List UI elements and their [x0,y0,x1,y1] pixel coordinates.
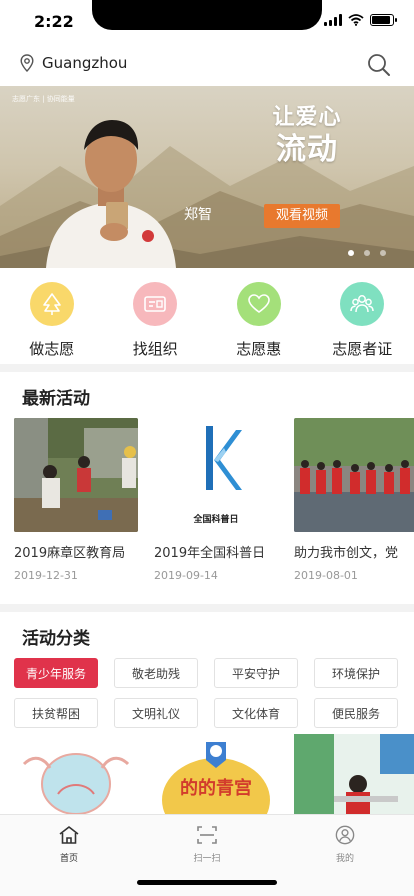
activity-card[interactable]: 全国科普日 2019年全国科普日 2019-09-14 [154,418,278,588]
activity-title: 助力我市创文，党 [294,546,399,561]
activity-date: 2019-12-31 [14,569,78,582]
search-button[interactable] [366,52,392,78]
quick-label: 志愿者证 [332,340,393,358]
quick-menu: 做志愿 找组织 志愿惠 志愿者证 [0,268,414,364]
banner-dot[interactable] [348,250,354,256]
status-bar: 2:22 [0,0,414,44]
banner-person-name: 郑智 [184,207,212,223]
status-icons [324,14,397,26]
activity-card[interactable]: 2019麻章区教育局 2019-12-31 [14,418,138,588]
activity-image [14,418,138,532]
top-bar: Guangzhou [0,44,414,86]
tab-label: 扫一扫 [193,854,221,864]
home-indicator [137,880,277,885]
activity-categories-title: 活动分类 [22,629,90,649]
tree-icon [42,293,61,315]
category-activity-image [14,734,138,814]
activity-date: 2019-09-14 [154,569,218,582]
volunteer-portrait-image [46,120,176,268]
banner-slogan: 让爱心 流动 [272,104,342,168]
category-activity-card[interactable] [14,734,138,814]
activity-image-caption: 全国科普日 [193,515,239,525]
quick-label: 找组织 [132,340,178,358]
quick-item-certificate[interactable]: 志愿者证 [322,268,402,364]
tab-label: 我的 [335,854,354,864]
quick-icon-bg [340,282,385,326]
banner-dot[interactable] [364,250,370,256]
status-time: 2:22 [34,12,74,31]
category-civility[interactable]: 文明礼仪 [114,698,198,728]
category-activity-image-caption: 的的青宫 [180,778,252,799]
category-filter-grid: 青少年服务 敬老助残 平安守护 环境保护 扶贫帮困 文明礼仪 文化体育 便民服务 [14,658,400,728]
category-elderly-disabled[interactable]: 敬老助残 [114,658,198,688]
people-group-icon [350,295,374,313]
battery-icon [370,14,397,26]
banner-pagination[interactable] [348,250,386,256]
banner-source-text: 志愿广东 | 协同能量 [12,95,75,103]
category-youth-service[interactable]: 青少年服务 [14,658,98,688]
section-divider [0,604,414,612]
quick-icon-bg [133,282,178,326]
location-city: Guangzhou [42,54,128,72]
device-notch [92,0,322,30]
activity-image: 全国科普日 [154,418,278,532]
banner-slogan-line1: 让爱心 [272,105,342,130]
activity-title: 2019年全国科普日 [154,546,266,561]
scan-icon [197,826,217,844]
tab-profile[interactable]: 我的 [276,815,414,896]
latest-activities-list[interactable]: 2019麻章区教育局 2019-12-31 全国科普日 2019年全国科普日 2… [14,418,414,588]
search-icon [368,54,390,76]
category-activity-image [294,734,414,814]
banner-slogan-line2: 流动 [276,132,338,167]
latest-activities-title: 最新活动 [22,389,90,409]
activity-image [294,418,414,532]
id-card-icon [144,296,167,312]
category-culture-sports[interactable]: 文化体育 [214,698,298,728]
category-environment[interactable]: 环境保护 [314,658,398,688]
tab-home[interactable]: 首页 [0,815,138,896]
heart-icon [247,294,270,313]
location-pin-icon [20,54,34,72]
wifi-icon [348,14,364,26]
quick-item-benefits[interactable]: 志愿惠 [219,268,299,364]
category-poverty-relief[interactable]: 扶贫帮困 [14,698,98,728]
activity-title: 2019麻章区教育局 [14,546,126,561]
home-icon [59,826,79,844]
category-activity-list[interactable]: 的的青宫 [14,734,414,814]
banner-dot[interactable] [380,250,386,256]
quick-item-volunteer[interactable]: 做志愿 [12,268,92,364]
section-divider [0,364,414,372]
quick-icon-bg [236,282,281,326]
promo-banner[interactable]: 志愿广东 | 协同能量 让爱心 流动 郑智 观看视频 [0,86,414,268]
battery-level [372,16,390,24]
quick-label: 做志愿 [29,340,75,358]
cellular-signal-icon [324,14,342,26]
quick-label: 志愿惠 [236,340,282,358]
user-icon [335,825,355,845]
category-safety[interactable]: 平安守护 [214,658,298,688]
watch-video-button[interactable]: 观看视频 [264,204,340,228]
category-activity-card[interactable] [294,734,414,814]
category-activity-card[interactable]: 的的青宫 [154,734,278,814]
location-selector[interactable]: Guangzhou [20,54,127,72]
tab-label: 首页 [59,854,78,864]
activity-date: 2019-08-01 [294,569,358,582]
quick-icon-bg [29,282,74,326]
category-convenience[interactable]: 便民服务 [314,698,398,728]
quick-item-organization[interactable]: 找组织 [115,268,195,364]
activity-card[interactable]: 助力我市创文，党 2019-08-01 [294,418,414,588]
